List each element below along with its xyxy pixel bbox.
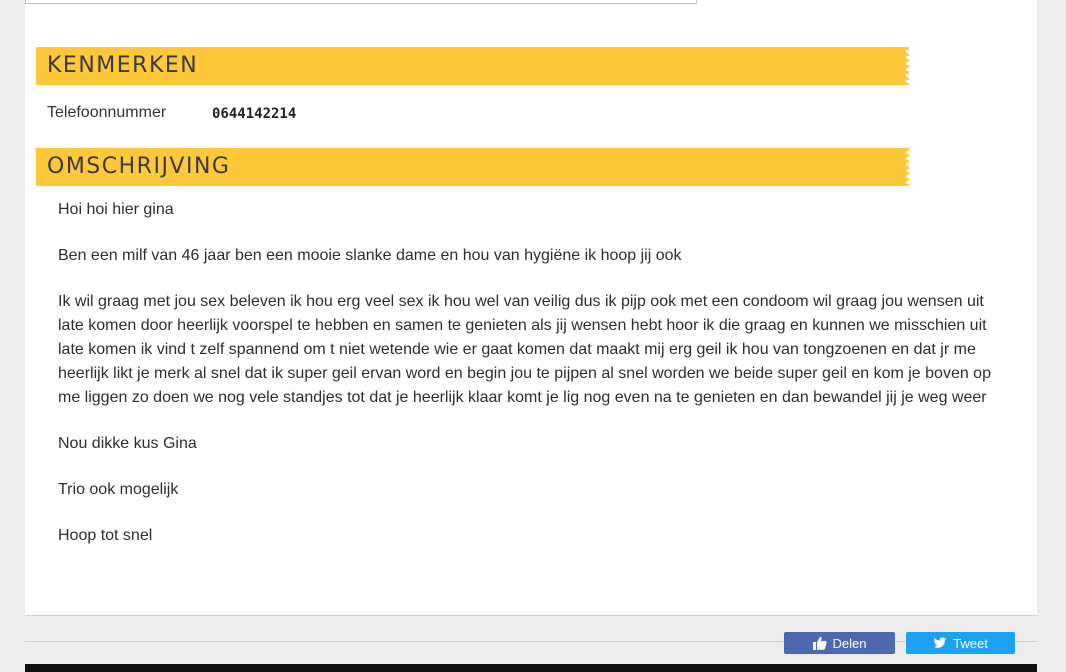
features-section-header: KENMERKEN <box>36 47 910 85</box>
twitter-bird-icon <box>933 636 947 650</box>
description-body: Hoi hoi hier gina Ben een milf van 46 ja… <box>58 198 1008 570</box>
top-field-remnant <box>25 0 697 4</box>
twitter-tweet-label: Tweet <box>953 635 988 651</box>
description-title: OMSCHRIJVING <box>47 154 231 179</box>
thumbs-up-icon <box>812 636 827 650</box>
twitter-tweet-button[interactable]: Tweet <box>906 632 1015 654</box>
page-bottom-bar <box>25 664 1037 672</box>
description-paragraph: Trio ook mogelijk <box>58 481 179 498</box>
description-paragraph: Ben een milf van 46 jaar ben een mooie s… <box>58 247 682 264</box>
description-section-header: OMSCHRIJVING <box>36 148 910 186</box>
phone-label: Telefoonnummer <box>47 104 167 121</box>
features-title: KENMERKEN <box>47 53 199 78</box>
facebook-share-label: Delen <box>832 635 867 651</box>
description-paragraph: Nou dikke kus Gina <box>58 435 197 452</box>
facebook-share-button[interactable]: Delen <box>784 632 895 654</box>
description-paragraph: Ik wil graag met jou sex beleven ik hou … <box>58 293 991 406</box>
description-paragraph: Hoop tot snel <box>58 527 153 544</box>
phone-value: 0644142214 <box>212 106 297 122</box>
description-paragraph: Hoi hoi hier gina <box>58 201 174 218</box>
